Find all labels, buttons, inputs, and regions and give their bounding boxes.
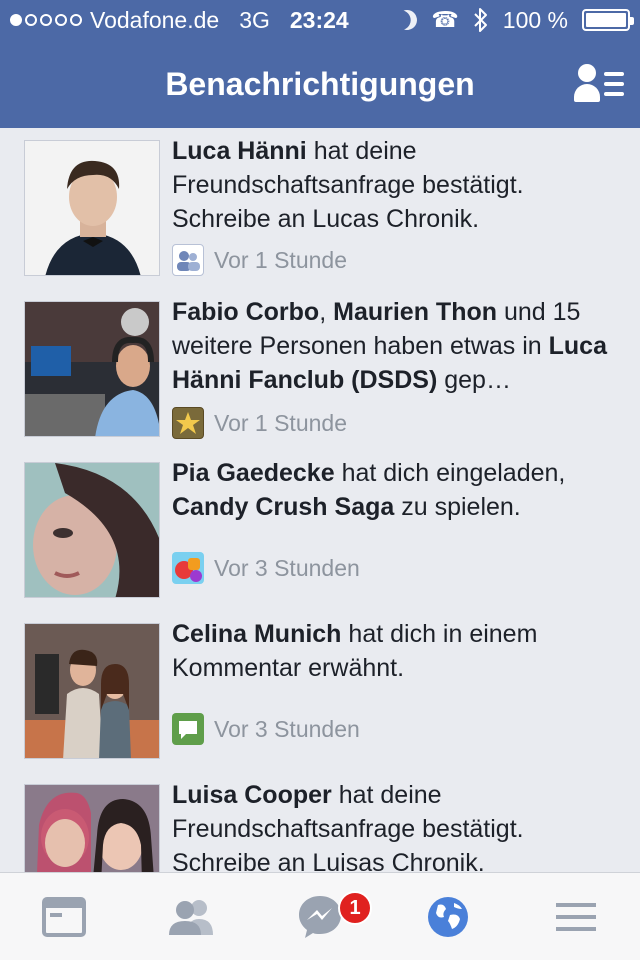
notification-time: Vor 1 Stunde xyxy=(214,246,347,273)
notification-body: , xyxy=(319,298,334,326)
notification-meta: Vor 3 Stunden xyxy=(172,713,360,745)
notification-actor[interactable]: Maurien Thon xyxy=(333,298,497,326)
menu-icon xyxy=(556,903,596,931)
notification-text: Celina Munich hat dich in einem Kommenta… xyxy=(172,617,628,685)
avatar xyxy=(24,462,160,598)
notification-body: zu spielen. xyxy=(394,493,521,521)
status-time: 23:24 xyxy=(289,6,349,33)
battery-icon xyxy=(582,9,634,31)
avatar xyxy=(24,140,160,276)
candy-crush-icon xyxy=(172,552,204,584)
friend-requests-button[interactable] xyxy=(574,64,626,104)
notification-meta: Vor 3 Stunden xyxy=(172,552,360,584)
network-type: 3G xyxy=(239,6,270,33)
notification-actor[interactable]: Luca Hänni xyxy=(172,137,307,165)
tab-news-feed[interactable] xyxy=(0,873,128,960)
battery-percent: 100 % xyxy=(502,6,568,33)
notification-actor[interactable]: Celina Munich xyxy=(172,620,341,648)
notification-text: Luca Hänni hat deine Freundschaftsanfrag… xyxy=(172,134,628,236)
notification-body: gep… xyxy=(437,366,511,394)
status-bar: Vodafone.de 3G 23:24 ☎ 100 % xyxy=(0,0,640,40)
top-bar: Vodafone.de 3G 23:24 ☎ 100 % Benachricht… xyxy=(0,0,640,128)
notification-text: Fabio Corbo, Maurien Thon und 15 weitere… xyxy=(172,295,628,397)
notification-body: hat dich eingeladen, xyxy=(334,459,566,487)
moon-icon xyxy=(395,7,421,33)
comment-icon xyxy=(172,713,204,745)
bluetooth-icon xyxy=(474,8,487,32)
tab-notifications[interactable] xyxy=(384,873,512,960)
messages-badge: 1 xyxy=(338,891,372,925)
status-right: ☎ 100 % xyxy=(395,0,634,40)
notification-text: Luisa Cooper hat deine Freundschaftsanfr… xyxy=(172,778,628,872)
messenger-icon xyxy=(299,896,341,938)
notification-time: Vor 1 Stunde xyxy=(214,409,347,436)
tab-bar: 1 xyxy=(0,872,640,960)
notification-text: Pia Gaedecke hat dich eingeladen, Candy … xyxy=(172,456,628,524)
star-icon xyxy=(172,407,204,439)
notification-meta: Vor 1 Stunde xyxy=(172,244,347,276)
avatar xyxy=(24,784,160,872)
news-feed-icon xyxy=(42,897,86,937)
notification-target[interactable]: Candy Crush Saga xyxy=(172,493,394,521)
notifications-globe-icon xyxy=(428,897,468,937)
avatar xyxy=(24,623,160,759)
friends-icon xyxy=(169,900,213,935)
notification-time: Vor 3 Stunden xyxy=(214,715,360,742)
avatar xyxy=(24,301,160,437)
carrier-name: Vodafone.de xyxy=(90,6,220,33)
notification-meta: Vor 1 Stunde xyxy=(172,407,347,439)
page-title: Benachrichtigungen xyxy=(165,65,475,102)
notification-actor[interactable]: Luisa Cooper xyxy=(172,781,332,809)
notification-list[interactable]: Luca Hänni hat deine Freundschaftsanfrag… xyxy=(0,128,640,872)
signal-strength-icon xyxy=(10,14,82,26)
notification-actor[interactable]: Fabio Corbo xyxy=(172,298,319,326)
notification-time: Vor 3 Stunden xyxy=(214,554,360,581)
phone-icon: ☎ xyxy=(431,7,459,32)
tab-menu[interactable] xyxy=(512,873,640,960)
friends-icon xyxy=(172,244,204,276)
notification-actor[interactable]: Pia Gaedecke xyxy=(172,459,335,487)
tab-friends[interactable] xyxy=(128,873,256,960)
